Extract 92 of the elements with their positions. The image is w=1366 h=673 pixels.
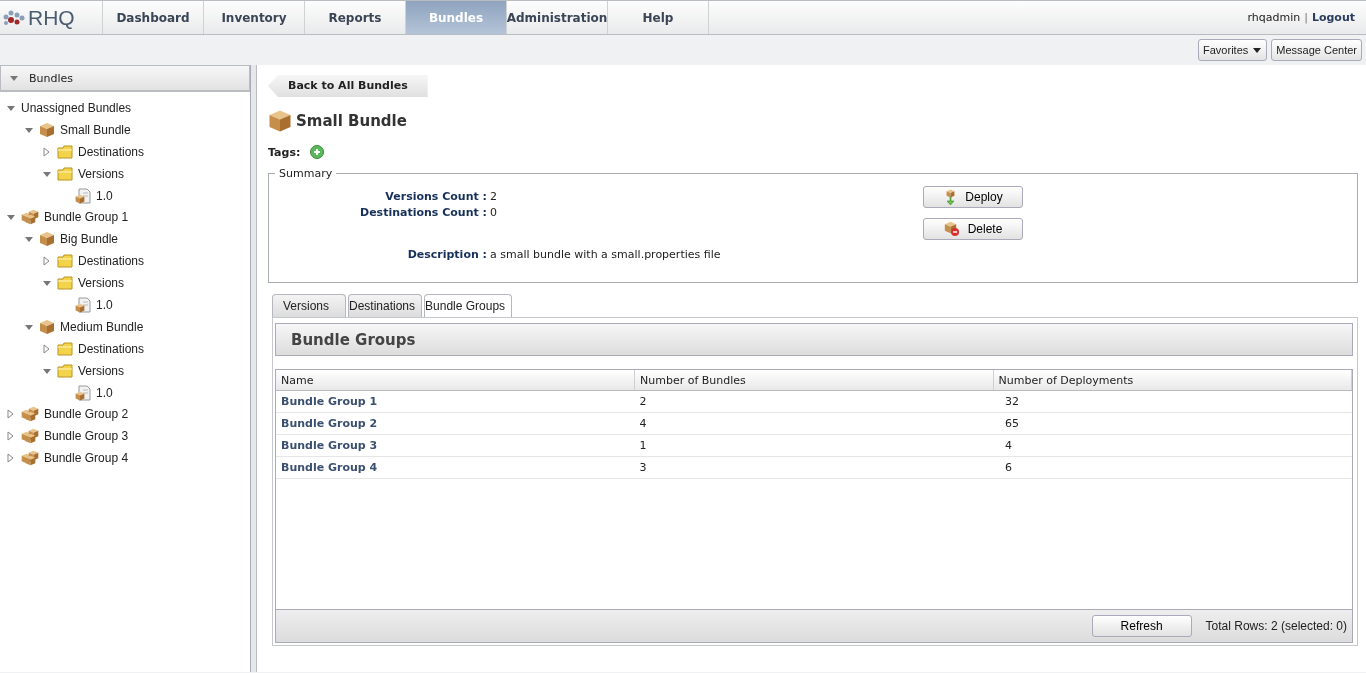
- caret-down-icon: [1252, 46, 1263, 54]
- column-header[interactable]: Number of Bundles: [634, 370, 993, 391]
- table-cell: 4: [993, 434, 1352, 457]
- message-center-button[interactable]: Message Center: [1271, 39, 1362, 61]
- separator: |: [1304, 11, 1308, 24]
- field-value: 2: [490, 190, 498, 203]
- version-file-icon: [75, 384, 91, 401]
- caret-right-icon[interactable]: [6, 409, 16, 420]
- rhq-logo[interactable]: RHQ: [0, 1, 103, 34]
- tree-item[interactable]: Destinations: [78, 341, 145, 356]
- caret-right-icon[interactable]: [42, 146, 52, 157]
- tree-item[interactable]: 1.0: [96, 188, 113, 203]
- bundle-title: Small Bundle: [296, 112, 407, 130]
- box-remove-icon: [943, 221, 960, 237]
- tree-item[interactable]: Versions: [78, 363, 125, 378]
- summary-legend: Summary: [275, 167, 337, 180]
- nav-tab[interactable]: Help: [608, 1, 709, 34]
- nav-tab[interactable]: Dashboard: [103, 1, 204, 34]
- caret-right-icon[interactable]: [6, 453, 16, 464]
- tree-item[interactable]: Bundle Group 1: [44, 210, 129, 225]
- tree-item[interactable]: Versions: [78, 166, 125, 181]
- boxes-icon: [21, 428, 39, 445]
- row-count: Total Rows: 2 (selected: 0): [1205, 619, 1347, 633]
- column-header[interactable]: Number of Deployments: [993, 370, 1352, 391]
- table-cell: 32: [993, 390, 1352, 413]
- tree-item[interactable]: Unassigned Bundles: [21, 100, 132, 115]
- folder-icon: [57, 275, 73, 292]
- tree-item[interactable]: Bundle Group 2: [44, 407, 129, 422]
- caret-right-icon[interactable]: [42, 343, 52, 354]
- table-cell: 4: [634, 412, 993, 435]
- tags-label: Tags:: [268, 145, 301, 159]
- dots-icon: [2, 8, 26, 27]
- folder-icon: [57, 143, 73, 160]
- box-icon: [268, 109, 292, 133]
- refresh-button[interactable]: Refresh: [1091, 615, 1192, 637]
- favorites-label: Favorites: [1203, 44, 1249, 56]
- tree-item[interactable]: 1.0: [96, 297, 113, 312]
- username: rhqadmin: [1247, 11, 1301, 24]
- tree-item[interactable]: 1.0: [96, 385, 113, 400]
- folder-icon: [57, 253, 73, 270]
- box-icon: [39, 121, 55, 138]
- nav-tab[interactable]: Administration: [507, 1, 608, 34]
- splitter-handle[interactable]: [251, 65, 257, 672]
- tree-item[interactable]: Destinations: [78, 254, 145, 269]
- folder-icon: [57, 362, 73, 379]
- tree-item[interactable]: Small Bundle: [60, 122, 131, 137]
- logout-link[interactable]: Logout: [1311, 11, 1355, 24]
- add-icon[interactable]: [310, 145, 325, 159]
- box-arrow-icon: [943, 189, 958, 205]
- boxes-icon: [21, 450, 39, 467]
- logo-text: RHQ: [28, 5, 75, 30]
- column-header[interactable]: Name: [276, 370, 635, 391]
- folder-icon: [57, 340, 73, 357]
- group-link[interactable]: Bundle Group 1: [276, 390, 635, 413]
- table-cell: 1: [634, 434, 993, 457]
- tab[interactable]: Bundle Groups: [424, 294, 513, 317]
- field-label: Versions Count :: [384, 190, 487, 203]
- caret-right-icon[interactable]: [42, 256, 52, 267]
- field-value: a small bundle with a small.properties file: [490, 248, 722, 261]
- tab[interactable]: Destinations: [348, 294, 423, 317]
- panel-title: Bundles: [29, 71, 74, 85]
- group-link[interactable]: Bundle Group 4: [276, 456, 635, 479]
- folder-icon: [57, 165, 73, 182]
- field-label: Description :: [406, 248, 487, 261]
- group-link[interactable]: Bundle Group 2: [276, 412, 635, 435]
- tree-item[interactable]: Medium Bundle: [60, 319, 144, 334]
- field-label: Destinations Count :: [359, 206, 487, 219]
- box-icon: [39, 231, 55, 248]
- boxes-icon: [21, 406, 39, 423]
- box-icon: [39, 318, 55, 335]
- field-value: 0: [490, 206, 498, 219]
- deploy-button[interactable]: Deploy: [923, 186, 1023, 208]
- tree-item[interactable]: Big Bundle: [60, 232, 119, 247]
- table-cell: 3: [634, 456, 993, 479]
- boxes-icon: [21, 209, 39, 226]
- version-file-icon: [75, 296, 91, 313]
- back-button[interactable]: Back to All Bundles: [268, 75, 428, 97]
- delete-button[interactable]: Delete: [923, 218, 1023, 240]
- tab[interactable]: Versions: [272, 294, 346, 317]
- caret-right-icon[interactable]: [6, 431, 16, 442]
- tree-item[interactable]: Versions: [78, 276, 125, 291]
- tree-item[interactable]: Bundle Group 4: [44, 451, 129, 466]
- nav-tab[interactable]: Inventory: [204, 1, 305, 34]
- version-file-icon: [75, 187, 91, 204]
- table-cell: 6: [993, 456, 1352, 479]
- group-link[interactable]: Bundle Group 3: [276, 434, 635, 457]
- section-header: Bundle Groups: [275, 323, 1353, 356]
- table-cell: 65: [993, 412, 1352, 435]
- favorites-button[interactable]: Favorites: [1198, 39, 1268, 61]
- table-cell: 2: [634, 390, 993, 413]
- tree-item[interactable]: Destinations: [78, 144, 145, 159]
- tree-item[interactable]: Bundle Group 3: [44, 429, 129, 444]
